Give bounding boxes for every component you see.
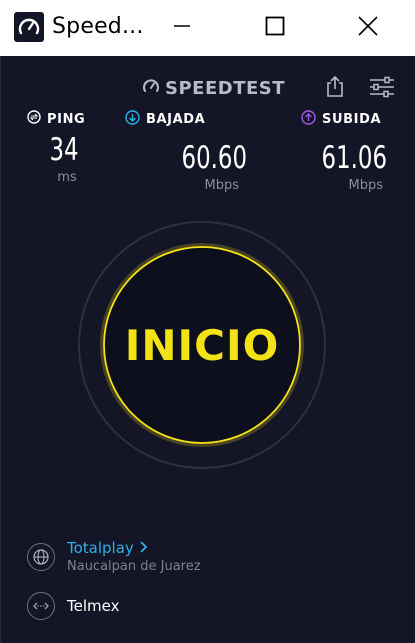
speedtest-app-icon — [14, 12, 44, 42]
ping-metric: PING 34 ms — [27, 110, 107, 185]
ping-value: 34 — [49, 132, 79, 168]
server-info: Totalplay Naucalpan de Juarez — [67, 539, 201, 574]
maximize-icon — [265, 16, 285, 40]
chevron-right-icon — [139, 539, 149, 557]
minimize-icon — [172, 16, 192, 40]
ping-label-row: PING — [27, 110, 107, 128]
start-label: INICIO — [124, 320, 280, 370]
download-value: 60.60 — [181, 140, 247, 176]
server-name-row[interactable]: Totalplay — [67, 539, 201, 557]
share-icon — [325, 75, 345, 102]
download-arrow-icon — [125, 110, 140, 129]
server-location: Naucalpan de Juarez — [67, 559, 201, 574]
maximize-button[interactable] — [245, 0, 305, 56]
upload-value: 61.06 — [321, 140, 387, 176]
download-label-row: BAJADA — [125, 110, 235, 129]
settings-button[interactable] — [369, 76, 395, 102]
brand-name: SPEEDTEST — [165, 77, 286, 99]
upload-metric: SUBIDA — [301, 110, 401, 129]
download-unit: Mbps — [204, 178, 240, 193]
share-button[interactable] — [325, 74, 345, 102]
download-metric: BAJADA — [125, 110, 235, 129]
server-name: Totalplay — [67, 539, 134, 557]
minimize-button[interactable] — [152, 0, 212, 56]
provider-name: Telmex — [67, 597, 120, 615]
upload-label-row: SUBIDA — [301, 110, 401, 129]
sliders-icon — [369, 76, 395, 102]
ping-label: PING — [47, 111, 86, 127]
ping-icon — [27, 110, 41, 128]
upload-unit: Mbps — [348, 178, 384, 193]
speedometer-icon — [141, 76, 161, 101]
upload-label: SUBIDA — [322, 112, 382, 127]
window-title: Speed... — [52, 14, 144, 39]
globe-icon — [27, 542, 55, 571]
window-titlebar: Speed... — [0, 0, 415, 56]
server-selector[interactable]: Totalplay Naucalpan de Juarez — [27, 539, 201, 574]
speed-gauge: INICIO — [77, 220, 327, 470]
download-readout: 60.60 Mbps — [167, 136, 247, 193]
close-icon — [358, 16, 378, 40]
upload-arrow-icon — [301, 110, 316, 129]
provider-row: Telmex — [27, 592, 119, 620]
connection-arrows-icon — [27, 592, 55, 620]
speedtest-main: SPEEDTEST PING 34 ms BAJADA 60.60 Mbps S… — [0, 56, 415, 643]
close-button[interactable] — [338, 0, 398, 56]
download-label: BAJADA — [146, 112, 206, 127]
upload-readout: 61.06 Mbps — [307, 136, 387, 193]
start-button[interactable]: INICIO — [105, 248, 299, 442]
speedtest-logo: SPEEDTEST — [141, 76, 285, 100]
ping-unit: ms — [57, 170, 77, 185]
